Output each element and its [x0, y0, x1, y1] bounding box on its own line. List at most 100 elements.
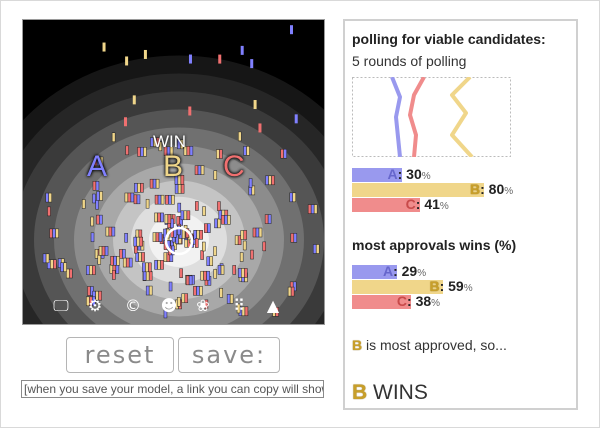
- voter-marker[interactable]: [219, 288, 223, 298]
- voter-marker[interactable]: [214, 218, 221, 229]
- triangle-icon[interactable]: ▲: [263, 296, 283, 316]
- candidate-b-label[interactable]: B: [163, 150, 183, 184]
- voter-marker[interactable]: [307, 204, 318, 214]
- voter-marker[interactable]: [202, 241, 206, 252]
- voter-marker[interactable]: [132, 95, 136, 105]
- voter-marker[interactable]: [179, 268, 183, 278]
- voter-marker[interactable]: [90, 216, 94, 227]
- voter-marker[interactable]: [193, 230, 203, 240]
- voter-marker[interactable]: [124, 192, 135, 203]
- voter-marker[interactable]: [216, 149, 223, 159]
- face-icon[interactable]: ☻: [159, 296, 179, 316]
- voter-marker[interactable]: [185, 275, 193, 286]
- candidate-c-label[interactable]: C: [223, 150, 245, 184]
- voter-marker[interactable]: [188, 106, 192, 116]
- save-link-field[interactable]: [when you save your model, a link you ca…: [21, 380, 324, 398]
- voter-marker[interactable]: [290, 233, 298, 243]
- voter-marker[interactable]: [312, 244, 320, 254]
- voter-marker[interactable]: [133, 194, 141, 205]
- candidate-a-label[interactable]: A: [87, 150, 107, 184]
- voter-marker[interactable]: [287, 286, 295, 297]
- voter-marker[interactable]: [98, 246, 109, 256]
- voter-marker[interactable]: [66, 268, 73, 279]
- voter-marker[interactable]: [195, 201, 199, 211]
- voter-marker[interactable]: [194, 165, 205, 175]
- voter-marker[interactable]: [177, 202, 182, 213]
- monitor-icon[interactable]: 🖵: [51, 296, 71, 316]
- voter-marker[interactable]: [280, 148, 287, 159]
- voter-marker[interactable]: [240, 230, 247, 240]
- voter-marker[interactable]: [119, 249, 126, 259]
- voter-marker[interactable]: [213, 246, 217, 256]
- voter-marker[interactable]: [143, 49, 147, 59]
- gear-icon[interactable]: ⚙: [85, 296, 105, 316]
- voter-marker[interactable]: [289, 25, 293, 35]
- voter-marker[interactable]: [238, 131, 242, 142]
- voter-marker[interactable]: [135, 252, 145, 262]
- voter-marker[interactable]: [154, 260, 164, 270]
- voter-marker[interactable]: [96, 191, 103, 201]
- voter-marker[interactable]: [154, 194, 165, 205]
- voter-marker[interactable]: [124, 117, 128, 127]
- voter-marker[interactable]: [253, 100, 257, 110]
- voter-marker[interactable]: [232, 265, 236, 275]
- voter-marker[interactable]: [90, 232, 95, 243]
- voter-marker[interactable]: [180, 210, 191, 221]
- reset-button[interactable]: reset: [66, 337, 174, 373]
- voter-marker[interactable]: [200, 270, 210, 281]
- voter-marker[interactable]: [105, 226, 116, 237]
- voter-marker[interactable]: [242, 240, 247, 251]
- voter-marker[interactable]: [45, 192, 52, 203]
- voter-marker[interactable]: [97, 255, 102, 265]
- voter-marker[interactable]: [265, 175, 275, 186]
- voter-marker[interactable]: [174, 184, 185, 194]
- voter-marker[interactable]: [47, 206, 51, 217]
- voter-marker[interactable]: [294, 114, 298, 124]
- save-button[interactable]: save:: [178, 337, 280, 373]
- voter-marker[interactable]: [92, 193, 96, 204]
- voter-marker[interactable]: [152, 232, 163, 242]
- voter-marker[interactable]: [49, 228, 59, 239]
- voter-marker[interactable]: [142, 262, 152, 273]
- voter-marker[interactable]: [240, 45, 244, 55]
- voter-marker[interactable]: [164, 214, 172, 224]
- voter-marker[interactable]: [42, 253, 50, 264]
- voter-marker[interactable]: [124, 233, 128, 243]
- voter-marker[interactable]: [204, 223, 211, 233]
- voter-marker[interactable]: [206, 256, 214, 266]
- voter-marker[interactable]: [81, 199, 86, 209]
- copyright-icon[interactable]: ©: [123, 296, 143, 316]
- voter-marker[interactable]: [165, 194, 175, 205]
- voter-marker[interactable]: [95, 199, 99, 210]
- voter-marker[interactable]: [248, 178, 253, 188]
- voter-marker[interactable]: [86, 265, 96, 275]
- voter-marker[interactable]: [195, 238, 199, 248]
- voter-marker[interactable]: [137, 147, 147, 157]
- voter-marker[interactable]: [213, 170, 218, 180]
- voter-marker[interactable]: [102, 42, 106, 52]
- voter-marker[interactable]: [202, 206, 206, 216]
- voter-marker[interactable]: [217, 265, 225, 275]
- voter-marker[interactable]: [110, 256, 120, 266]
- simulation-canvas[interactable]: WIN A B C 🖵 ⚙ © ☻ ❀ ⠿ ▲: [22, 19, 325, 325]
- voter-marker[interactable]: [218, 54, 222, 64]
- voter-marker[interactable]: [134, 183, 144, 193]
- voter-marker[interactable]: [250, 249, 254, 260]
- voter-marker[interactable]: [145, 198, 150, 209]
- voter-marker[interactable]: [133, 236, 143, 247]
- voter-marker[interactable]: [168, 281, 173, 292]
- voter-marker[interactable]: [188, 54, 192, 64]
- voter-marker[interactable]: [154, 212, 164, 223]
- voter-marker[interactable]: [289, 192, 296, 203]
- voter-marker[interactable]: [142, 271, 153, 281]
- grid-dots-icon[interactable]: ⠿: [229, 296, 249, 316]
- voter-marker[interactable]: [111, 132, 116, 142]
- voter-marker[interactable]: [145, 285, 153, 296]
- voter-marker[interactable]: [193, 286, 203, 296]
- voter-marker[interactable]: [96, 214, 103, 225]
- voter-marker[interactable]: [258, 123, 262, 133]
- voter-marker[interactable]: [217, 201, 221, 211]
- voter-marker[interactable]: [122, 257, 133, 268]
- voter-marker[interactable]: [221, 215, 231, 225]
- voter-marker[interactable]: [213, 269, 217, 279]
